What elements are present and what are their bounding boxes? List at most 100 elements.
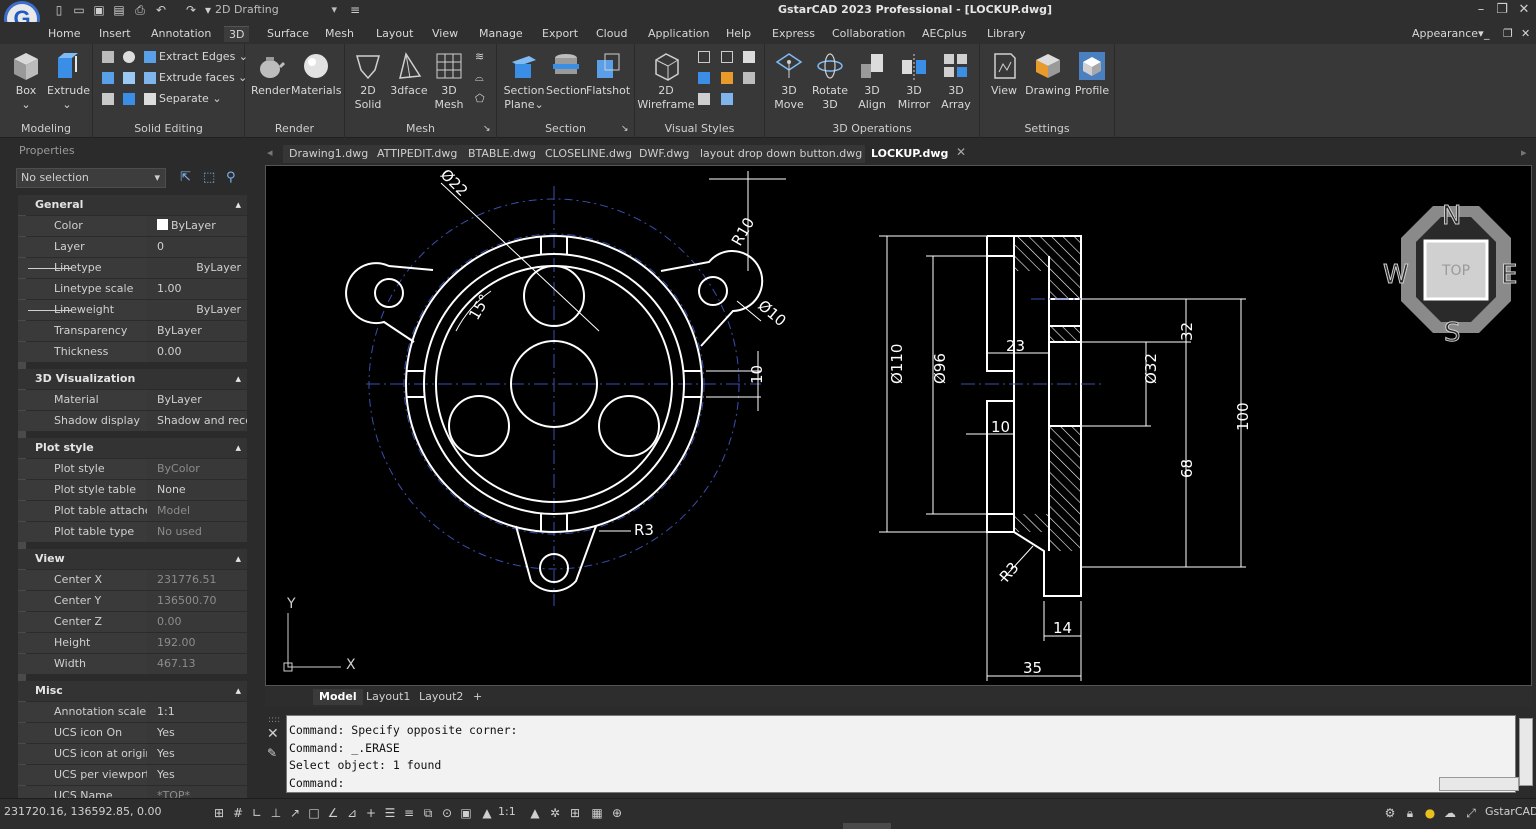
property-row[interactable]: Material ByLayer [18, 390, 247, 410]
appearance-dropdown[interactable]: Appearance▾ [1412, 26, 1484, 42]
cad-drawing[interactable]: Ø22 R10 Ø10 15° 10 R3 Ø110 Ø96 23 10 Ø32… [266, 166, 1531, 685]
property-row[interactable]: UCS per viewport Yes [18, 765, 247, 785]
property-value[interactable]: 467.13 [147, 654, 247, 674]
property-row[interactable]: Center X 231776.51 [18, 570, 247, 590]
doc-close-button[interactable]: ✕ [1521, 26, 1530, 42]
cursor-coordinates[interactable]: 231720.16, 136592.85, 0.00 [4, 805, 161, 818]
drawing-settings-button[interactable]: Drawing [1025, 50, 1071, 98]
box-button[interactable]: Box ⌄ [8, 50, 44, 112]
property-row[interactable]: Plot table type No used [18, 522, 247, 542]
tabs-scroll-right-icon[interactable]: ▸ [1521, 146, 1527, 159]
menu-express[interactable]: Express [772, 26, 815, 42]
select-objects-icon[interactable]: ⬚ [203, 170, 221, 188]
lock-icon[interactable]: 🔒︎ [1401, 805, 1419, 821]
tabs-scroll-left-icon[interactable]: ◂ [267, 146, 273, 159]
2d-solid-button[interactable]: 2D Solid [349, 50, 387, 112]
property-value[interactable]: 1.00 [147, 279, 247, 299]
materials-button[interactable]: Materials [291, 50, 341, 98]
menu-collaboration[interactable]: Collaboration [832, 26, 905, 42]
revsurf-icon[interactable]: ≋ [475, 50, 484, 64]
property-row[interactable]: Layer 0 [18, 237, 247, 257]
restore-button[interactable]: ❐ [1492, 2, 1512, 18]
menu-surface[interactable]: Surface [267, 26, 309, 42]
model-space-icon[interactable]: ⊞ [210, 805, 228, 821]
tab-layout2[interactable]: Layout2 [413, 689, 469, 705]
viewcube-south[interactable]: S [1444, 318, 1462, 349]
save-as-icon[interactable]: ▤ [112, 3, 126, 17]
property-row[interactable]: UCS icon at origin Yes [18, 744, 247, 764]
ortho-icon[interactable]: ⊥ [267, 805, 285, 821]
hidden-style-icon[interactable] [698, 50, 713, 64]
property-row[interactable]: Linetype scale 1.00 [18, 279, 247, 299]
cloud-icon[interactable]: ☁ [1441, 805, 1459, 821]
realistic-style-icon[interactable] [743, 50, 758, 64]
property-value[interactable]: 192.00 [147, 633, 247, 653]
chevron-down-icon[interactable]: ▾ [204, 3, 212, 17]
gray-style-icon[interactable] [743, 71, 758, 85]
collapse-icon[interactable]: ▴ [235, 549, 241, 569]
quick-select-icon[interactable]: ⚲ [226, 170, 244, 188]
menu-view[interactable]: View [432, 26, 458, 42]
sync-icon[interactable]: ⊕ [608, 805, 626, 821]
menu-aecplus[interactable]: AECplus [922, 26, 967, 42]
menu-application[interactable]: Application [648, 26, 709, 42]
lineweight-icon[interactable]: ☰ [381, 805, 399, 821]
property-value[interactable]: ByLayer [147, 321, 247, 341]
redo-icon[interactable]: ↷ [184, 3, 198, 17]
tab-lockup[interactable]: LOCKUP.dwg [865, 145, 955, 163]
view-settings-button[interactable]: View [986, 50, 1022, 98]
property-value[interactable]: Shadow and recei... [147, 411, 247, 431]
new-file-icon[interactable]: ▯ [52, 3, 66, 17]
section-plane-button[interactable]: Section Plane⌄ [501, 50, 547, 112]
customize-toolbar-icon[interactable]: ≡ [348, 3, 362, 17]
command-hscrollbar[interactable] [1439, 777, 1519, 791]
clean-screen-icon[interactable]: ⤢ [1462, 805, 1480, 821]
menu-cloud[interactable]: Cloud [596, 26, 627, 42]
section-header-general[interactable]: General ▴ [18, 195, 247, 215]
menu-annotation[interactable]: Annotation [151, 26, 211, 42]
grip-icon[interactable]: :::: [268, 715, 280, 725]
sketchy-style-icon[interactable] [698, 92, 713, 106]
customize-command-icon[interactable]: ✎ [267, 746, 277, 760]
3d-align-button[interactable]: 3D Align [854, 50, 890, 112]
tab-layout-drop-down[interactable]: layout drop down button.dwg [694, 145, 869, 163]
tabsurf-icon[interactable]: ⌓ [475, 71, 484, 85]
menu-library[interactable]: Library [987, 26, 1025, 42]
2d-wireframe-button[interactable]: 2D Wireframe [637, 50, 695, 112]
open-folder-icon[interactable]: ▭ [72, 3, 86, 17]
menu-home[interactable]: Home [48, 26, 80, 42]
3d-mesh-button[interactable]: 3D Mesh [431, 50, 467, 112]
transparency-icon[interactable]: ≡ [400, 805, 418, 821]
section-button[interactable]: Section [546, 50, 587, 98]
collapse-icon[interactable]: ▴ [235, 438, 241, 458]
collapse-icon[interactable]: ▴ [235, 369, 241, 389]
property-row[interactable]: UCS icon On Yes [18, 723, 247, 743]
property-value[interactable]: Model [147, 501, 247, 521]
property-row[interactable]: Annotation scale 1:1 [18, 702, 247, 722]
menu-insert[interactable]: Insert [99, 26, 131, 42]
command-scrollbar[interactable] [1519, 718, 1533, 786]
save-icon[interactable]: ▣ [92, 3, 106, 17]
property-value[interactable]: ByLayer [147, 390, 247, 410]
render-button[interactable]: Render [251, 50, 290, 98]
menu-manage[interactable]: Manage [479, 26, 523, 42]
drawing-canvas[interactable]: Ø22 R10 Ø10 15° 10 R3 Ø110 Ø96 23 10 Ø32… [265, 165, 1532, 686]
menu-export[interactable]: Export [542, 26, 578, 42]
property-value[interactable]: 1:1 [147, 702, 247, 722]
subtract-icon[interactable] [123, 50, 138, 64]
property-row[interactable]: Width 467.13 [18, 654, 247, 674]
grid-icon[interactable]: # [229, 805, 247, 821]
toggle-pickadd-icon[interactable]: ⇱ [180, 170, 198, 188]
property-row[interactable]: Plot table attache...Model [18, 501, 247, 521]
undo-icon[interactable]: ↶ [154, 3, 168, 17]
property-value[interactable]: No used [147, 522, 247, 542]
extrude-faces-button[interactable]: Extrude faces ⌄ [144, 71, 247, 85]
property-row[interactable]: Plot style ByColor [18, 459, 247, 479]
lightbulb-icon[interactable]: ● [1421, 805, 1439, 821]
menu-3d[interactable]: 3D [224, 26, 250, 42]
property-value[interactable]: ByLayer [147, 216, 247, 236]
property-value[interactable]: ByLayer [147, 300, 247, 320]
otrack-icon[interactable]: ∠ [324, 805, 342, 821]
close-button[interactable]: ✕ [1514, 2, 1534, 18]
auto-scale-icon[interactable]: ▲ [526, 805, 544, 821]
